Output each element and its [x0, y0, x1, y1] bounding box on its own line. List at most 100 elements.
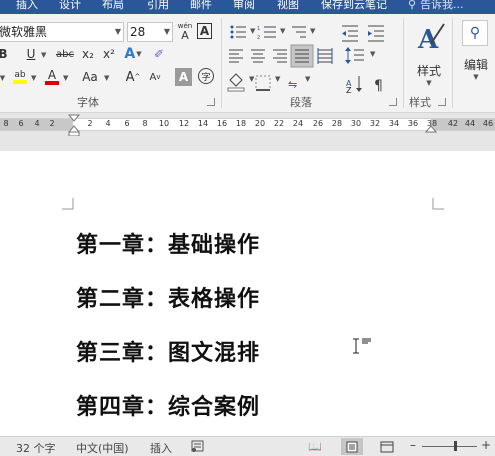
distributed-icon[interactable] — [317, 48, 333, 64]
chevron-down-icon: ▼ — [114, 27, 121, 36]
shrink-font-label: A — [149, 71, 157, 83]
phonetic-guide-button[interactable]: wén A — [176, 22, 194, 41]
zoom-in-button[interactable]: + — [481, 438, 491, 452]
underline-button[interactable]: U — [22, 45, 40, 63]
chevron-down-icon[interactable]: ▼ — [63, 74, 68, 82]
heading-chapter-1[interactable]: 第一章：基础操作 — [76, 227, 260, 259]
ruler-tick: 2 — [87, 119, 93, 128]
align-left-icon[interactable] — [229, 49, 243, 63]
clear-formatting-button[interactable]: ✐ — [150, 45, 168, 63]
tab-insert[interactable]: 插入 — [16, 0, 38, 14]
chevron-down-icon[interactable]: ▼ — [41, 51, 46, 59]
ruler-tick: 20 — [254, 119, 266, 128]
show-marks-icon[interactable]: ¶ — [374, 78, 383, 94]
tab-view[interactable]: 视图 — [277, 0, 299, 14]
word-count[interactable]: 32 个字 — [16, 440, 56, 456]
ruler-tick: 12 — [178, 119, 190, 128]
chinese-layout-icon[interactable]: ⇋ — [288, 78, 297, 91]
paragraph-dialog-launcher-icon[interactable] — [389, 98, 397, 106]
zoom-slider-thumb[interactable] — [454, 441, 457, 451]
chevron-down-icon[interactable]: ▼ — [250, 27, 255, 35]
read-mode-view-icon[interactable]: 📖 — [304, 438, 326, 455]
editing-button[interactable]: ⚲ 编辑 ▼ — [458, 20, 494, 90]
chevron-down-icon: ▼ — [136, 50, 142, 58]
ruler-tick: 28 — [331, 119, 343, 128]
print-layout-view-icon[interactable] — [341, 438, 363, 455]
chevron-down-icon[interactable]: ▼ — [249, 75, 254, 83]
decrease-indent-icon[interactable] — [342, 25, 358, 42]
document-page[interactable]: 第一章：基础操作 第二章：表格操作 第三章：图文混排 第四章：综合案例 — [0, 151, 495, 436]
subscript-button[interactable]: x₂ — [79, 45, 97, 63]
crop-mark-top-right — [432, 198, 444, 210]
font-color-button[interactable]: A — [44, 67, 60, 87]
numbering-icon[interactable]: 12 — [257, 26, 276, 41]
web-layout-view-icon[interactable] — [376, 438, 398, 455]
bold-icon: B — [0, 47, 8, 61]
styles-dialog-launcher-icon[interactable] — [438, 98, 446, 106]
align-right-icon[interactable] — [273, 49, 287, 63]
change-case-button[interactable]: Aa — [78, 68, 102, 86]
zoom-out-button[interactable]: – — [410, 438, 416, 452]
styles-group-label: 样式 — [409, 96, 431, 109]
tell-me-box[interactable]: ⚲ 告诉我... — [408, 0, 464, 14]
group-separator — [403, 18, 404, 108]
highlight-button[interactable]: ab — [12, 67, 28, 87]
font-dialog-launcher-icon[interactable] — [207, 98, 215, 106]
line-spacing-icon[interactable] — [345, 47, 364, 64]
align-center-icon[interactable] — [251, 49, 265, 63]
group-separator — [221, 18, 222, 108]
font-group-edge-caret[interactable]: ▼ — [0, 69, 8, 87]
ruler-tick: 4 — [34, 119, 40, 128]
heading-chapter-3[interactable]: 第三章：图文混排 — [76, 335, 260, 367]
multilevel-list-icon[interactable] — [292, 26, 306, 38]
chevron-down-icon[interactable]: ▼ — [104, 74, 109, 82]
justify-icon[interactable] — [290, 44, 314, 68]
shrink-font-button[interactable]: Av — [146, 68, 164, 86]
insert-mode-indicator[interactable]: 插入 — [150, 440, 172, 456]
text-effects-button[interactable]: A ▼ — [122, 45, 144, 63]
styles-button[interactable]: A 样式 ▼ — [410, 20, 448, 90]
strikethrough-button[interactable]: abc — [55, 45, 75, 63]
bullets-icon[interactable] — [230, 25, 247, 39]
borders-icon[interactable] — [255, 75, 271, 91]
group-separator — [452, 18, 453, 108]
increase-indent-icon[interactable] — [368, 25, 384, 42]
ruler-tick: 14 — [197, 119, 209, 128]
heading-chapter-2[interactable]: 第二章：表格操作 — [76, 281, 260, 313]
language-indicator[interactable]: 中文(中国) — [76, 440, 129, 456]
tab-save-to-cloud[interactable]: 保存到云笔记 — [321, 0, 387, 14]
heading-chapter-4[interactable]: 第四章：综合案例 — [76, 389, 260, 421]
character-shading-button[interactable]: A — [175, 68, 192, 86]
font-size-box[interactable]: 28 ▼ — [127, 22, 173, 42]
character-border-label: A — [199, 24, 210, 38]
right-indent-marker[interactable] — [425, 122, 437, 136]
ruler-tick: 6 — [18, 119, 24, 128]
zoom-slider[interactable] — [422, 446, 477, 447]
grow-font-button[interactable]: A ^ — [124, 68, 142, 86]
chevron-down-icon[interactable]: ▼ — [305, 75, 310, 83]
font-name-box[interactable]: 微软雅黑 ▼ — [0, 22, 124, 42]
superscript-button[interactable]: x² — [100, 45, 118, 63]
tab-mailings[interactable]: 邮件 — [190, 0, 212, 14]
tab-layout[interactable]: 布局 — [102, 0, 124, 14]
character-border-button[interactable]: A — [197, 23, 212, 39]
ruler-tick: 8 — [142, 119, 148, 128]
chevron-down-icon[interactable]: ▼ — [370, 50, 375, 58]
chevron-down-icon: ▼ — [426, 79, 432, 87]
font-size-value: 28 — [130, 25, 146, 39]
shading-icon[interactable] — [227, 73, 245, 92]
ruler-tick: 18 — [235, 119, 247, 128]
horizontal-ruler[interactable]: 8 6 4 2 2 4 6 8 10 12 14 16 18 20 22 24 … — [0, 114, 495, 136]
chevron-down-icon[interactable]: ▼ — [310, 27, 315, 35]
sort-icon[interactable]: AZ — [346, 76, 362, 94]
chevron-down-icon[interactable]: ▼ — [31, 74, 36, 82]
tab-review[interactable]: 审阅 — [233, 0, 255, 14]
first-line-indent-marker[interactable] — [68, 114, 80, 136]
tab-design[interactable]: 设计 — [59, 0, 81, 14]
enclose-characters-button[interactable]: 字 — [198, 68, 214, 84]
chevron-down-icon[interactable]: ▼ — [280, 27, 285, 35]
macro-record-icon[interactable] — [191, 439, 205, 456]
chevron-down-icon[interactable]: ▼ — [275, 75, 280, 83]
tab-references[interactable]: 引用 — [147, 0, 169, 14]
bold-button-edge[interactable]: B — [0, 45, 8, 63]
